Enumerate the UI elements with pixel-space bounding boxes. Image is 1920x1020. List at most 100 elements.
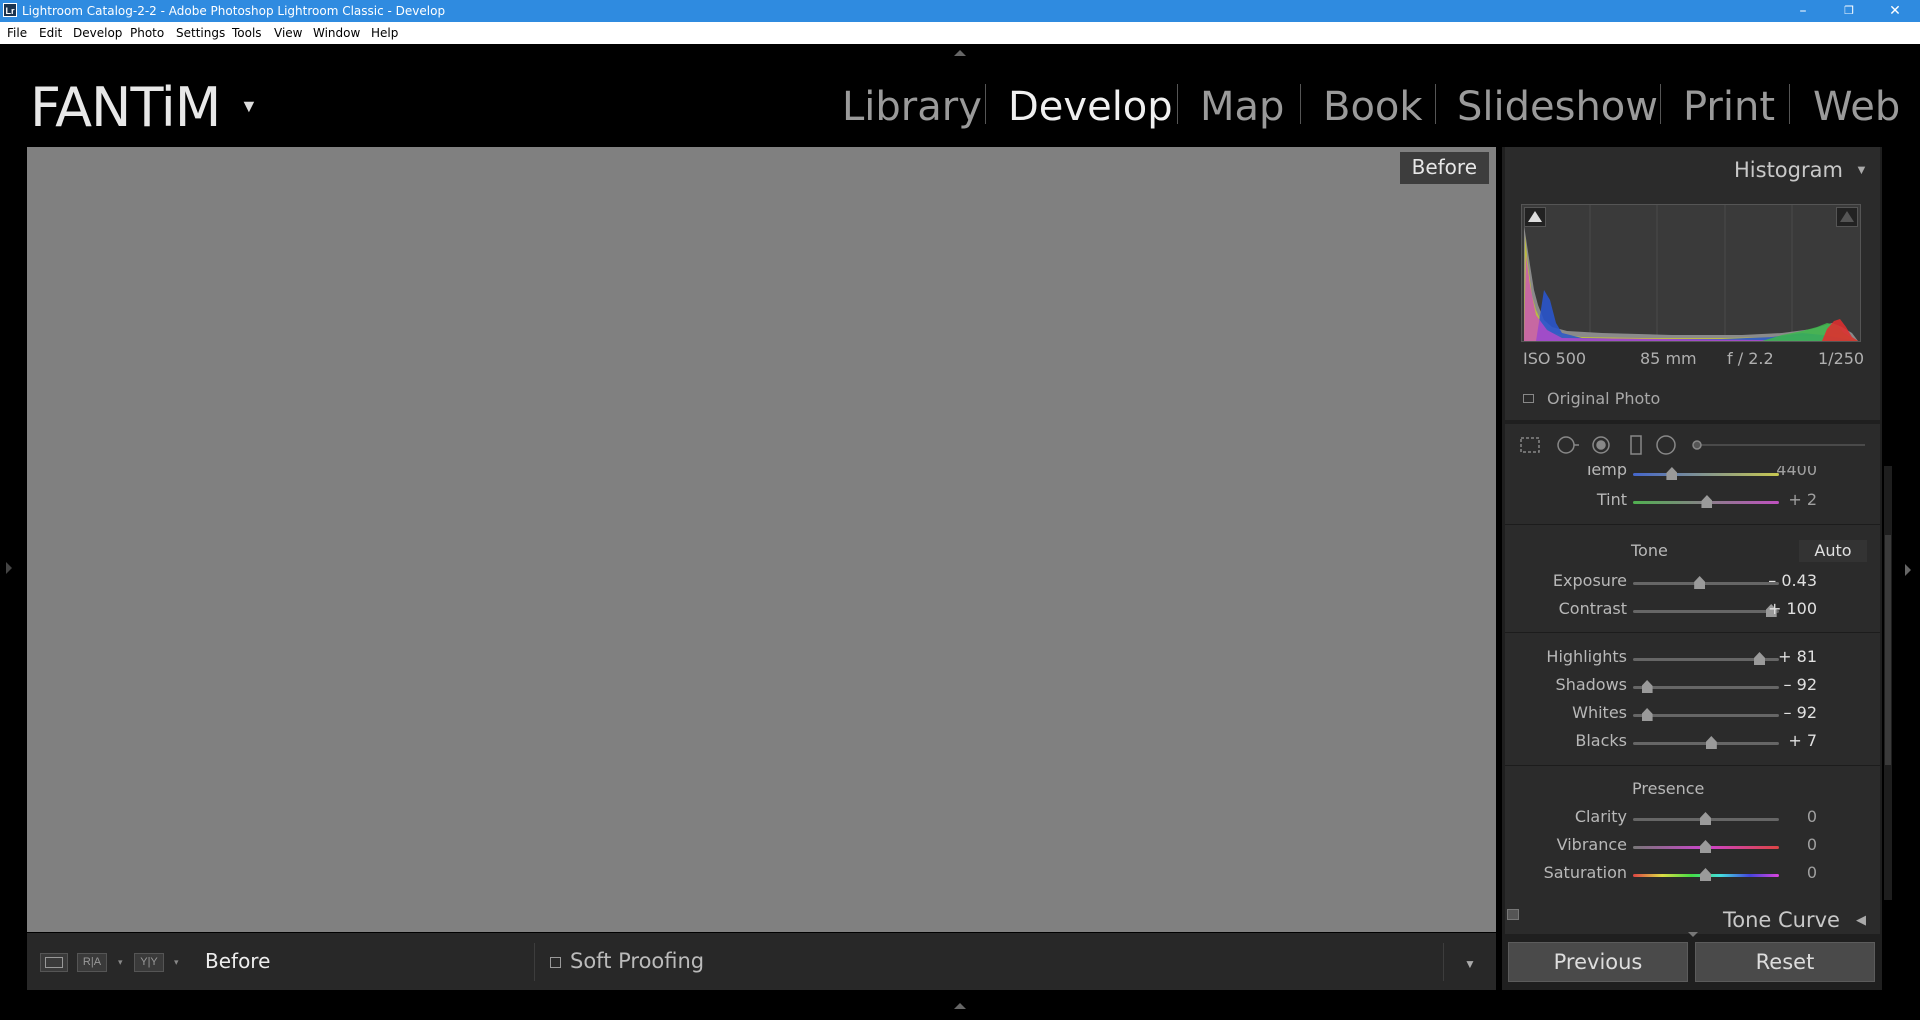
exif-shutter: 1/250 <box>1818 349 1865 368</box>
menu-edit[interactable]: Edit <box>39 26 62 40</box>
exposure-label: Exposure <box>1552 571 1627 590</box>
exposure-slider-thumb[interactable] <box>1694 576 1706 589</box>
develop-toolbar: R|A ▾ Y|Y ▾ Before Soft Proofing ▼ <box>27 933 1496 990</box>
tint-value[interactable]: + 2 <box>1757 490 1817 509</box>
blacks-label: Blacks <box>1575 731 1627 750</box>
histogram-collapse-icon[interactable]: ▼ <box>1855 162 1868 177</box>
exif-aperture: f / 2.2 <box>1727 349 1774 368</box>
identity-plate[interactable]: FANTiM <box>30 76 221 139</box>
temp-label: Temp <box>1584 466 1627 479</box>
lightroom-app-icon: Lr <box>3 3 17 17</box>
soft-proofing-label[interactable]: Soft Proofing <box>570 949 704 973</box>
module-print[interactable]: Print <box>1683 84 1775 130</box>
window-title: Lightroom Catalog-2-2 - Adobe Photoshop … <box>22 4 446 18</box>
shadows-label: Shadows <box>1555 675 1627 694</box>
toolbar-content-dropdown-icon[interactable]: ▼ <box>1464 957 1476 971</box>
before-after-caret-icon[interactable]: ▾ <box>118 957 123 968</box>
clarity-label: Clarity <box>1574 807 1627 826</box>
crop-tool-icon[interactable] <box>1515 432 1545 458</box>
vibrance-label: Vibrance <box>1556 835 1627 854</box>
tint-label: Tint <box>1596 490 1627 509</box>
module-book[interactable]: Book <box>1323 84 1423 130</box>
blacks-slider-thumb[interactable] <box>1705 736 1717 749</box>
module-slideshow[interactable]: Slideshow <box>1457 84 1658 130</box>
menu-view[interactable]: View <box>274 26 302 40</box>
basic-panel: Temp 4400 Tint + 2 Tone Auto Exposure – … <box>1505 466 1880 900</box>
module-map[interactable]: Map <box>1200 84 1284 130</box>
temp-slider-thumb[interactable] <box>1666 467 1678 480</box>
whites-slider-thumb[interactable] <box>1641 708 1653 721</box>
menu-photo[interactable]: Photo <box>130 26 164 40</box>
adjustment-brush-slider[interactable] <box>1689 432 1869 458</box>
original-photo-label[interactable]: Original Photo <box>1547 389 1660 408</box>
highlight-clipping-toggle[interactable] <box>1836 207 1858 227</box>
menu-file[interactable]: File <box>7 26 27 40</box>
menu-window[interactable]: Window <box>313 26 360 40</box>
minimize-button[interactable]: – <box>1780 0 1826 22</box>
whites-label: Whites <box>1572 703 1627 722</box>
vibrance-value[interactable]: 0 <box>1757 835 1817 854</box>
swap-caret-icon[interactable]: ▾ <box>174 957 179 968</box>
previous-button[interactable]: Previous <box>1508 942 1688 982</box>
top-panel-toggle-icon[interactable] <box>954 50 966 56</box>
title-bar: Lr Lightroom Catalog-2-2 - Adobe Photosh… <box>0 0 1920 22</box>
module-web[interactable]: Web <box>1813 84 1900 130</box>
close-button[interactable]: ✕ <box>1872 0 1918 22</box>
before-after-lr-button[interactable]: R|A <box>77 953 107 972</box>
vibrance-slider-thumb[interactable] <box>1700 840 1711 853</box>
shadow-clipping-toggle[interactable] <box>1524 207 1546 227</box>
left-panel-toggle-icon[interactable] <box>6 562 12 574</box>
highlights-label: Highlights <box>1546 647 1627 666</box>
menu-bar: File Edit Develop Photo Settings Tools V… <box>0 22 1920 44</box>
menu-develop[interactable]: Develop <box>73 26 122 40</box>
original-photo-checkbox[interactable] <box>1523 394 1534 403</box>
identity-plate-caret-icon[interactable]: ▼ <box>240 96 258 117</box>
panel-end-marker-icon <box>1688 932 1698 937</box>
contrast-value[interactable]: + 100 <box>1757 599 1817 618</box>
tint-slider-thumb[interactable] <box>1701 495 1713 508</box>
maximize-button[interactable]: ❐ <box>1826 0 1872 22</box>
clarity-slider-thumb[interactable] <box>1700 812 1711 825</box>
soft-proofing-checkbox[interactable] <box>550 957 561 968</box>
menu-settings[interactable]: Settings <box>176 26 225 40</box>
saturation-slider-thumb[interactable] <box>1700 868 1711 881</box>
exif-iso: ISO 500 <box>1523 349 1587 368</box>
loupe-view-button[interactable] <box>40 953 68 972</box>
highlights-value[interactable]: + 81 <box>1757 647 1817 666</box>
tone-curve-expand-icon[interactable]: ◀ <box>1856 912 1866 928</box>
shadows-slider-thumb[interactable] <box>1641 680 1653 693</box>
develop-tool-strip <box>1505 424 1880 466</box>
reset-button[interactable]: Reset <box>1695 942 1875 982</box>
histogram-title[interactable]: Histogram <box>1734 158 1843 182</box>
graduated-filter-icon[interactable] <box>1623 432 1649 458</box>
temp-value[interactable]: 4400 <box>1757 466 1817 479</box>
histogram-graph[interactable] <box>1521 204 1861 342</box>
contrast-label: Contrast <box>1558 599 1627 618</box>
whites-value[interactable]: – 92 <box>1757 703 1817 722</box>
red-eye-tool-icon[interactable] <box>1589 432 1615 458</box>
exposure-value[interactable]: – 0.43 <box>1757 571 1817 590</box>
tone-curve-title[interactable]: Tone Curve <box>1723 908 1840 932</box>
right-panel-scroll-thumb[interactable] <box>1885 535 1891 765</box>
tone-curve-toggle[interactable] <box>1507 909 1519 920</box>
module-develop[interactable]: Develop <box>1008 84 1173 130</box>
clarity-value[interactable]: 0 <box>1757 807 1817 826</box>
before-tag: Before <box>1399 152 1489 184</box>
right-panel-toggle-icon[interactable] <box>1905 564 1911 576</box>
shadows-value[interactable]: – 92 <box>1757 675 1817 694</box>
spot-removal-tool-icon[interactable] <box>1553 432 1583 458</box>
tone-section-label: Tone <box>1631 541 1668 560</box>
module-library[interactable]: Library <box>842 84 982 130</box>
auto-tone-button[interactable]: Auto <box>1799 540 1867 562</box>
exif-focal-length: 85 mm <box>1640 349 1697 368</box>
menu-tools[interactable]: Tools <box>232 26 262 40</box>
before-after-swap-button[interactable]: Y|Y <box>134 953 164 972</box>
presence-section-label: Presence <box>1632 779 1705 798</box>
menu-help[interactable]: Help <box>371 26 398 40</box>
blacks-value[interactable]: + 7 <box>1757 731 1817 750</box>
radial-filter-icon[interactable] <box>1653 432 1679 458</box>
view-mode-label: Before <box>205 949 271 973</box>
photo-viewer[interactable]: Before <box>27 147 1496 932</box>
bottom-panel-toggle-icon[interactable] <box>954 1003 966 1009</box>
saturation-value[interactable]: 0 <box>1757 863 1817 882</box>
